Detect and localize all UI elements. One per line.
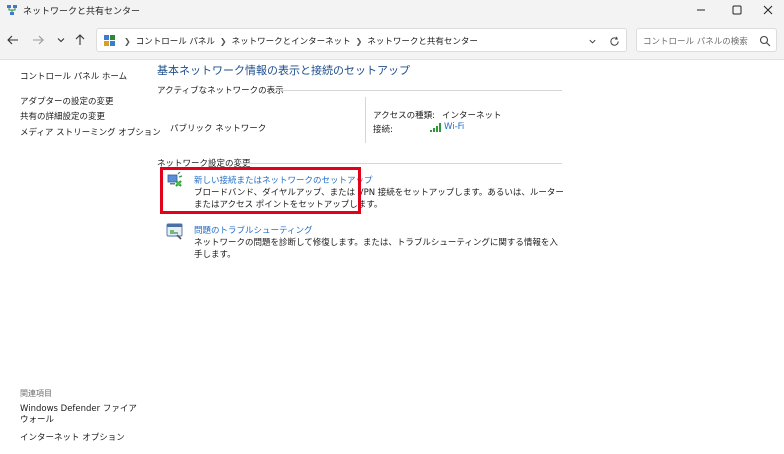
page-title: 基本ネットワーク情報の表示と接続のセットアップ [157, 64, 410, 77]
title-bar: ネットワークと共有センター [0, 0, 784, 20]
vertical-divider [365, 97, 366, 143]
close-icon [763, 5, 773, 15]
section-divider [240, 163, 562, 164]
forward-button[interactable] [29, 31, 47, 49]
minimize-icon [697, 9, 705, 11]
network-name: パブリック ネットワーク [170, 124, 267, 134]
close-button[interactable] [752, 0, 784, 20]
access-type-value: インターネット [442, 111, 502, 121]
chevron-down-icon [57, 38, 65, 43]
sidebar-item-media-streaming[interactable]: メディア ストリーミング オプション [20, 126, 161, 138]
window-title: ネットワークと共有センター [23, 7, 141, 17]
maximize-icon [732, 5, 742, 15]
sidebar-item-advanced-sharing[interactable]: 共有の詳細設定の変更 [20, 110, 105, 122]
active-networks-heading: アクティブなネットワークの表示 [157, 86, 284, 96]
highlight-box [160, 167, 361, 214]
chevron-down-icon [588, 39, 596, 44]
troubleshoot-link[interactable]: 問題のトラブルシューティング [194, 224, 313, 236]
arrow-up-icon [75, 34, 85, 45]
wifi-connection-link[interactable]: Wi-Fi [430, 122, 464, 132]
breadcrumb-sharing-center[interactable]: ネットワークと共有センター [367, 35, 478, 47]
network-center-icon [7, 5, 17, 15]
maximize-button[interactable] [720, 0, 754, 20]
sidebar-item-control-panel-home[interactable]: コントロール パネル ホーム [20, 70, 127, 82]
access-type-label: アクセスの種類: [373, 111, 435, 121]
sidebar-item-internet-options[interactable]: インターネット オプション [20, 431, 125, 443]
breadcrumb-separator-icon: ❯ [219, 36, 227, 46]
troubleshoot-description: ネットワークの問題を診断して修復します。または、トラブルシューティングに関する情… [194, 238, 558, 260]
arrow-left-icon [7, 35, 18, 45]
breadcrumb-separator-icon: ❯ [355, 36, 363, 46]
breadcrumb-network-internet[interactable]: ネットワークとインターネット [232, 35, 351, 47]
main-content: 基本ネットワーク情報の表示と接続のセットアップ アクティブなネットワークの表示 … [150, 60, 784, 454]
section-divider [276, 90, 562, 91]
sidebar: コントロール パネル ホーム アダプターの設定の変更 共有の詳細設定の変更 メデ… [0, 60, 161, 454]
control-panel-icon [104, 35, 115, 46]
breadcrumb: ❯ コントロール パネル ❯ ネットワークとインターネット ❯ ネットワークと共… [119, 35, 478, 48]
connection-label: 接続: [373, 125, 393, 135]
address-bar[interactable]: ❯ コントロール パネル ❯ ネットワークとインターネット ❯ ネットワークと共… [96, 28, 627, 52]
address-dropdown-button[interactable] [586, 35, 598, 47]
troubleshoot-icon [166, 223, 183, 240]
wifi-signal-icon [430, 122, 441, 132]
search-input[interactable]: コントロール パネルの検索 [636, 28, 777, 52]
wifi-connection-label[interactable]: Wi-Fi [444, 122, 464, 132]
breadcrumb-separator-icon: ❯ [124, 36, 131, 46]
refresh-icon [609, 36, 619, 46]
recent-locations-button[interactable] [52, 31, 70, 49]
related-heading: 関連項目 [20, 389, 52, 398]
minimize-button[interactable] [684, 0, 718, 20]
navigation-bar: ❯ コントロール パネル ❯ ネットワークとインターネット ❯ ネットワークと共… [0, 20, 784, 60]
refresh-button[interactable] [607, 34, 621, 48]
arrow-right-icon [33, 35, 44, 45]
search-icon [759, 35, 771, 47]
breadcrumb-control-panel[interactable]: コントロール パネル [136, 35, 215, 47]
sidebar-item-defender-firewall[interactable]: Windows Defender ファイアウォール [20, 404, 144, 426]
up-button[interactable] [71, 31, 89, 49]
sidebar-item-adapter-settings[interactable]: アダプターの設定の変更 [20, 95, 114, 107]
search-placeholder: コントロール パネルの検索 [643, 37, 748, 47]
back-button[interactable] [4, 31, 22, 49]
